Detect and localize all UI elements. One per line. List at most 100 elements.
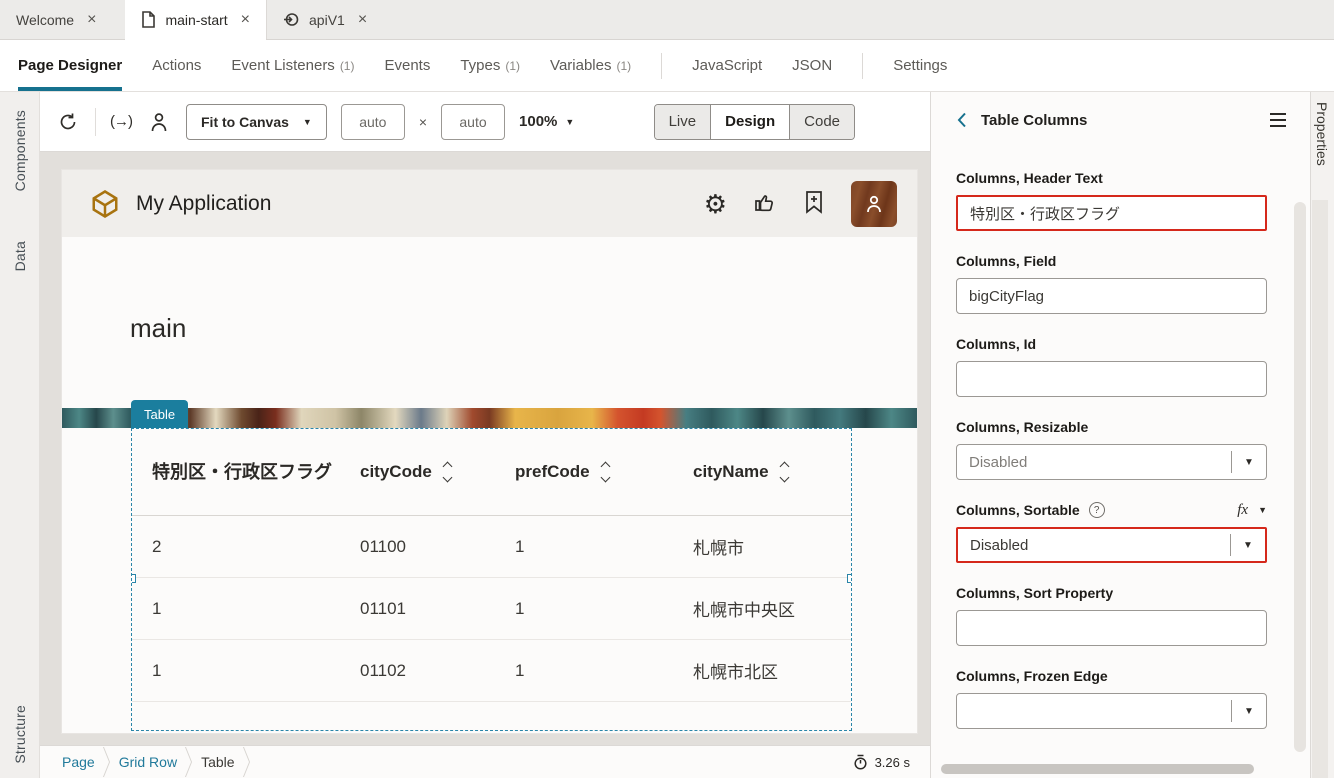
right-rail: Properties [1310,92,1334,778]
zoom-select[interactable]: 100% ▼ [519,113,574,130]
rail-tab-data[interactable]: Data [12,241,28,271]
id-input[interactable] [957,371,1266,388]
field-input[interactable] [957,288,1266,305]
selection-handle[interactable] [847,574,852,583]
field-input-wrap [956,278,1267,314]
field-label-frozen-edge: Columns, Frozen Edge [956,667,1267,685]
frozen-edge-select[interactable]: ▼ [956,693,1267,729]
structure-breadcrumb-bar: Page Grid Row Table 3.26 s [40,745,930,778]
close-icon[interactable]: × [87,11,96,29]
horizontal-scrollbar[interactable] [941,764,1254,774]
tab-json[interactable]: JSON [792,40,832,91]
tab-welcome[interactable]: Welcome × [0,0,112,39]
mode-switcher: Live Design Code [654,104,855,140]
breadcrumb-grid-row[interactable]: Grid Row [119,754,177,770]
table-header-row: 特別区・行政区フラグ cityCode prefCode cityName [132,429,851,516]
tab-apiv1[interactable]: apiV1 × [266,0,383,39]
canvas-width-input[interactable] [341,104,405,140]
resizable-select[interactable]: Disabled ▼ [956,444,1267,480]
breadcrumb-separator-icon [241,747,253,777]
live-mode-button[interactable]: Live [655,105,711,139]
service-connection-icon [283,11,300,28]
decorative-banner-image [62,408,917,428]
vbcs-window: Welcome × main-start × apiV1 × Page Desi… [0,0,1334,778]
divider [95,108,96,136]
chevron-down-icon[interactable]: ▼ [1231,540,1265,551]
user-mode-icon[interactable] [146,109,172,135]
thumbs-up-icon[interactable] [753,190,777,218]
table-row[interactable]: 1 01102 1 札幌市北区 [132,640,851,702]
column-header[interactable]: cityName [673,462,851,482]
design-mode-button[interactable]: Design [710,105,789,139]
rail-scroll-track[interactable] [1312,200,1328,778]
divider [661,53,662,79]
sort-icon[interactable] [444,463,451,481]
app-title: My Application [136,192,271,216]
refresh-icon[interactable] [55,109,81,135]
back-chevron-icon[interactable] [957,112,967,128]
table-selection-badge[interactable]: Table [131,400,188,428]
sortable-select[interactable]: Disabled ▼ [956,527,1267,563]
panel-menu-icon[interactable] [1270,113,1286,127]
tab-apiv1-label: apiV1 [309,12,345,28]
table-row[interactable]: 2 01100 1 札幌市 [132,516,851,578]
chevron-down-icon: ▼ [565,117,574,127]
window-tab-strip: Welcome × main-start × apiV1 × [0,0,1334,40]
header-text-input[interactable] [958,205,1265,222]
help-icon[interactable]: ? [1089,502,1105,518]
tab-welcome-label: Welcome [16,12,74,28]
table-row-partial[interactable] [132,702,851,731]
sort-property-input[interactable] [957,620,1266,637]
tab-variables[interactable]: Variables(1) [550,40,631,91]
tab-main-start[interactable]: main-start × [125,0,266,40]
chevron-down-icon[interactable]: ▼ [1232,457,1266,468]
tab-page-designer[interactable]: Page Designer [18,40,122,91]
tab-event-listeners[interactable]: Event Listeners(1) [231,40,354,91]
sort-icon[interactable] [602,463,609,481]
canvas-height-input[interactable] [441,104,505,140]
rail-tab-structure[interactable]: Structure [12,705,28,764]
column-header[interactable]: cityCode [340,462,495,482]
designer-toolbar: (→) Fit to Canvas ▼ × 100% ▼ Live Design [40,92,930,152]
app-preview-frame: My Application ⚙ [62,170,917,733]
selection-handle[interactable] [131,574,136,583]
page-flow-icon[interactable]: (→) [110,113,132,130]
page-icon [141,11,156,28]
sort-icon[interactable] [781,463,788,481]
column-header[interactable]: 特別区・行政区フラグ [132,459,340,486]
dimension-times-label: × [419,114,427,130]
bookmark-plus-icon[interactable] [803,190,825,218]
tab-events[interactable]: Events [384,40,430,91]
design-canvas[interactable]: My Application ⚙ [40,152,930,745]
editor-nav-bar: Page Designer Actions Event Listeners(1)… [0,40,1334,92]
avatar[interactable] [851,181,897,227]
rail-tab-components[interactable]: Components [12,110,28,191]
column-header[interactable]: prefCode [495,462,673,482]
chevron-down-icon[interactable]: ▼ [1232,706,1266,717]
close-icon[interactable]: × [241,11,250,29]
field-label-sort-property: Columns, Sort Property [956,584,1267,602]
field-label-id: Columns, Id [956,335,1267,353]
id-input-wrap [956,361,1267,397]
field-label-sortable: Columns, Sortable ? fx ▼ [956,501,1267,519]
render-timer: 3.26 s [853,754,910,770]
chevron-down-icon: ▼ [1258,505,1267,515]
tab-settings[interactable]: Settings [893,40,947,91]
table-row[interactable]: 1 01101 1 札幌市中央区 [132,578,851,640]
code-mode-button[interactable]: Code [789,105,854,139]
breadcrumb-separator-icon [101,747,113,777]
chevron-down-icon: ▼ [303,117,312,127]
close-icon[interactable]: × [358,11,367,29]
gear-icon[interactable]: ⚙ [704,191,727,217]
fit-to-canvas-select[interactable]: Fit to Canvas ▼ [186,104,327,140]
data-table[interactable]: 特別区・行政区フラグ cityCode prefCode cityName [131,428,852,731]
tab-javascript[interactable]: JavaScript [692,40,762,91]
tab-types[interactable]: Types(1) [460,40,520,91]
tab-actions[interactable]: Actions [152,40,201,91]
rail-tab-properties[interactable]: Properties [1314,102,1330,166]
sort-property-input-wrap [956,610,1267,646]
breadcrumb-page[interactable]: Page [62,754,95,770]
field-label-resizable: Columns, Resizable [956,418,1267,436]
expression-toggle[interactable]: fx ▼ [1237,502,1267,519]
vertical-scrollbar[interactable] [1294,202,1306,752]
